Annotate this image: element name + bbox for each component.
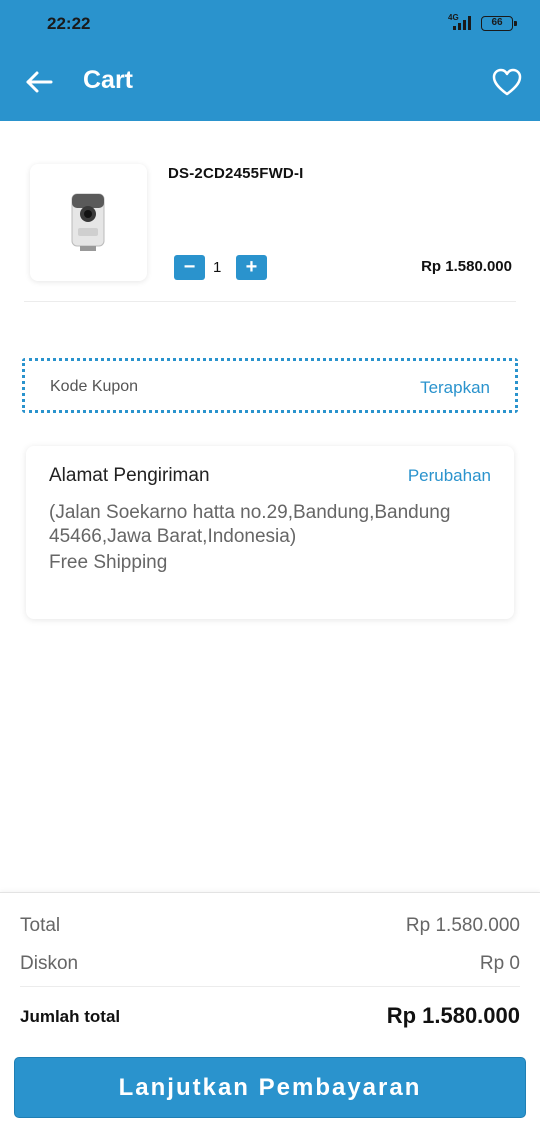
grand-total-label: Jumlah total bbox=[20, 1007, 121, 1026]
shipping-method: Free Shipping bbox=[49, 552, 168, 573]
total-value: Rp 1.580.000 bbox=[405, 915, 520, 936]
discount-value: Rp 0 bbox=[479, 953, 520, 974]
order-summary: Total Rp 1.580.000 Diskon Rp 0 Jumlah to… bbox=[0, 892, 540, 1140]
heart-outline-icon[interactable] bbox=[491, 67, 523, 97]
product-name: DS-2CD2455FWD-I bbox=[168, 165, 304, 182]
coupon-box: Kode Kupon Terapkan bbox=[22, 358, 518, 413]
divider bbox=[20, 986, 520, 987]
signal-icon bbox=[453, 16, 471, 30]
cart-item: DS-2CD2455FWD-I − 1 + Rp 1.580.000 bbox=[24, 150, 516, 302]
shipping-address-card: Alamat Pengiriman Perubahan (Jalan Soeka… bbox=[26, 446, 514, 619]
grand-total-value: Rp 1.580.000 bbox=[386, 1003, 520, 1028]
quantity-value: 1 bbox=[213, 259, 222, 276]
status-time: 22:22 bbox=[47, 14, 91, 33]
item-price: Rp 1.580.000 bbox=[421, 258, 512, 275]
page-title: Cart bbox=[83, 66, 134, 94]
coupon-input[interactable]: Kode Kupon bbox=[50, 378, 138, 396]
change-address-button[interactable]: Perubahan bbox=[408, 466, 491, 486]
continue-payment-button[interactable]: Lanjutkan Pembayaran bbox=[14, 1057, 526, 1118]
cctv-camera-icon bbox=[71, 193, 105, 251]
decrease-quantity-button[interactable]: − bbox=[174, 255, 205, 280]
address-title: Alamat Pengiriman bbox=[49, 465, 210, 486]
total-label: Total bbox=[20, 915, 61, 936]
arrow-left-icon[interactable] bbox=[24, 64, 54, 100]
discount-label: Diskon bbox=[20, 953, 79, 974]
battery-icon: 66 bbox=[481, 16, 517, 31]
address-text: (Jalan Soekarno hatta no.29,Bandung,Band… bbox=[49, 502, 451, 547]
product-image[interactable] bbox=[30, 164, 147, 281]
apply-coupon-button[interactable]: Terapkan bbox=[420, 378, 490, 398]
app-header: 22:22 4G 66 Cart bbox=[0, 0, 540, 121]
increase-quantity-button[interactable]: + bbox=[236, 255, 267, 280]
battery-level: 66 bbox=[491, 17, 503, 28]
